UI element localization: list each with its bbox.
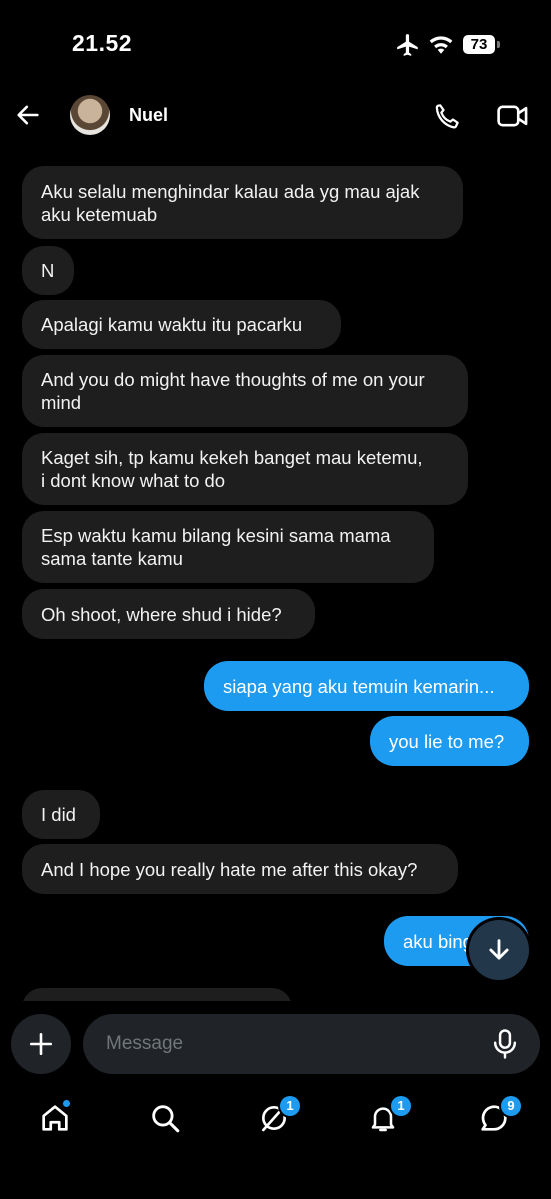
nav-notifications[interactable]: 1 bbox=[363, 1096, 411, 1138]
message-input[interactable] bbox=[106, 1033, 466, 1055]
nav-search[interactable] bbox=[145, 1098, 185, 1138]
message-text: i dont know what to do bbox=[41, 470, 226, 491]
message-text: Esp waktu kamu bilang kesini sama mama bbox=[41, 525, 391, 546]
avatar[interactable] bbox=[70, 95, 110, 135]
message-bubble-incoming[interactable]: Oh shoot, where shud i hide? bbox=[22, 589, 315, 639]
message-bubble-incoming[interactable]: Kaget sih, tp kamu kekeh banget mau kete… bbox=[22, 433, 468, 505]
message-text: Apalagi kamu waktu itu pacarku bbox=[41, 314, 303, 335]
message-bubble-outgoing[interactable]: siapa yang aku temuin kemarin... bbox=[204, 661, 529, 711]
notifications-badge: 1 bbox=[391, 1096, 411, 1116]
arrow-down-icon bbox=[489, 939, 509, 960]
message-text: Oh shoot, where shud i hide? bbox=[41, 603, 282, 625]
message-text: And you do might have thoughts of me on … bbox=[41, 369, 425, 390]
message-text: aku ketemuab bbox=[41, 203, 158, 225]
microphone-icon[interactable] bbox=[490, 1028, 520, 1060]
message-bubble-incoming[interactable]: I did bbox=[22, 790, 100, 839]
message-bubble-incoming[interactable]: Aku selalu menghindar kalau ada yg mau a… bbox=[22, 166, 463, 239]
battery-level: 73 bbox=[463, 35, 495, 54]
message-bubble-outgoing[interactable]: you lie to me? bbox=[370, 716, 529, 766]
plus-icon bbox=[29, 1032, 53, 1056]
message-field[interactable] bbox=[83, 1014, 540, 1074]
message-bubble-incoming[interactable]: Apalagi kamu waktu itu pacarku bbox=[22, 300, 341, 349]
search-icon bbox=[152, 1105, 180, 1133]
add-attachment-button[interactable] bbox=[11, 1014, 71, 1074]
message-bubble-incoming[interactable]: And I hope you really hate me after this… bbox=[22, 844, 458, 894]
status-time: 21.52 bbox=[72, 30, 133, 56]
message-text: And I hope you really hate me after this… bbox=[41, 858, 418, 880]
wifi-icon bbox=[429, 36, 453, 54]
battery-tip bbox=[497, 41, 500, 48]
home-notification-dot bbox=[63, 1100, 70, 1107]
message-text: N bbox=[41, 260, 55, 281]
message-text: aku bing bbox=[403, 930, 473, 952]
contact-name[interactable]: Nuel bbox=[129, 105, 168, 126]
message-bubble-incoming[interactable]: And you do might have thoughts of me on … bbox=[22, 355, 468, 427]
video-call-icon[interactable] bbox=[496, 101, 530, 131]
message-bubble-incoming[interactable]: Esp waktu kamu bilang kesini sama mama s… bbox=[22, 511, 434, 583]
grok-badge: 1 bbox=[280, 1096, 300, 1116]
message-bubble-incoming[interactable]: N bbox=[22, 246, 74, 295]
message-text: I did bbox=[41, 804, 76, 825]
airplane-mode-icon bbox=[397, 34, 418, 56]
message-text: sama tante kamu bbox=[41, 548, 183, 569]
scroll-to-bottom-button[interactable] bbox=[469, 920, 529, 980]
message-text: Aku selalu menghindar kalau ada yg mau a… bbox=[41, 180, 420, 202]
nav-messages[interactable]: 9 bbox=[474, 1096, 521, 1138]
message-text: mind bbox=[41, 392, 82, 413]
message-text: siapa yang aku temuin kemarin... bbox=[223, 675, 495, 697]
nav-grok[interactable]: 1 bbox=[254, 1096, 300, 1138]
phone-call-icon[interactable] bbox=[432, 101, 462, 131]
messages-badge: 9 bbox=[501, 1096, 521, 1116]
nav-home[interactable] bbox=[35, 1098, 75, 1138]
back-arrow-icon[interactable] bbox=[14, 101, 42, 129]
message-text: you lie to me? bbox=[389, 730, 505, 752]
message-text: Kaget sih, tp kamu kekeh banget mau kete… bbox=[41, 447, 423, 468]
